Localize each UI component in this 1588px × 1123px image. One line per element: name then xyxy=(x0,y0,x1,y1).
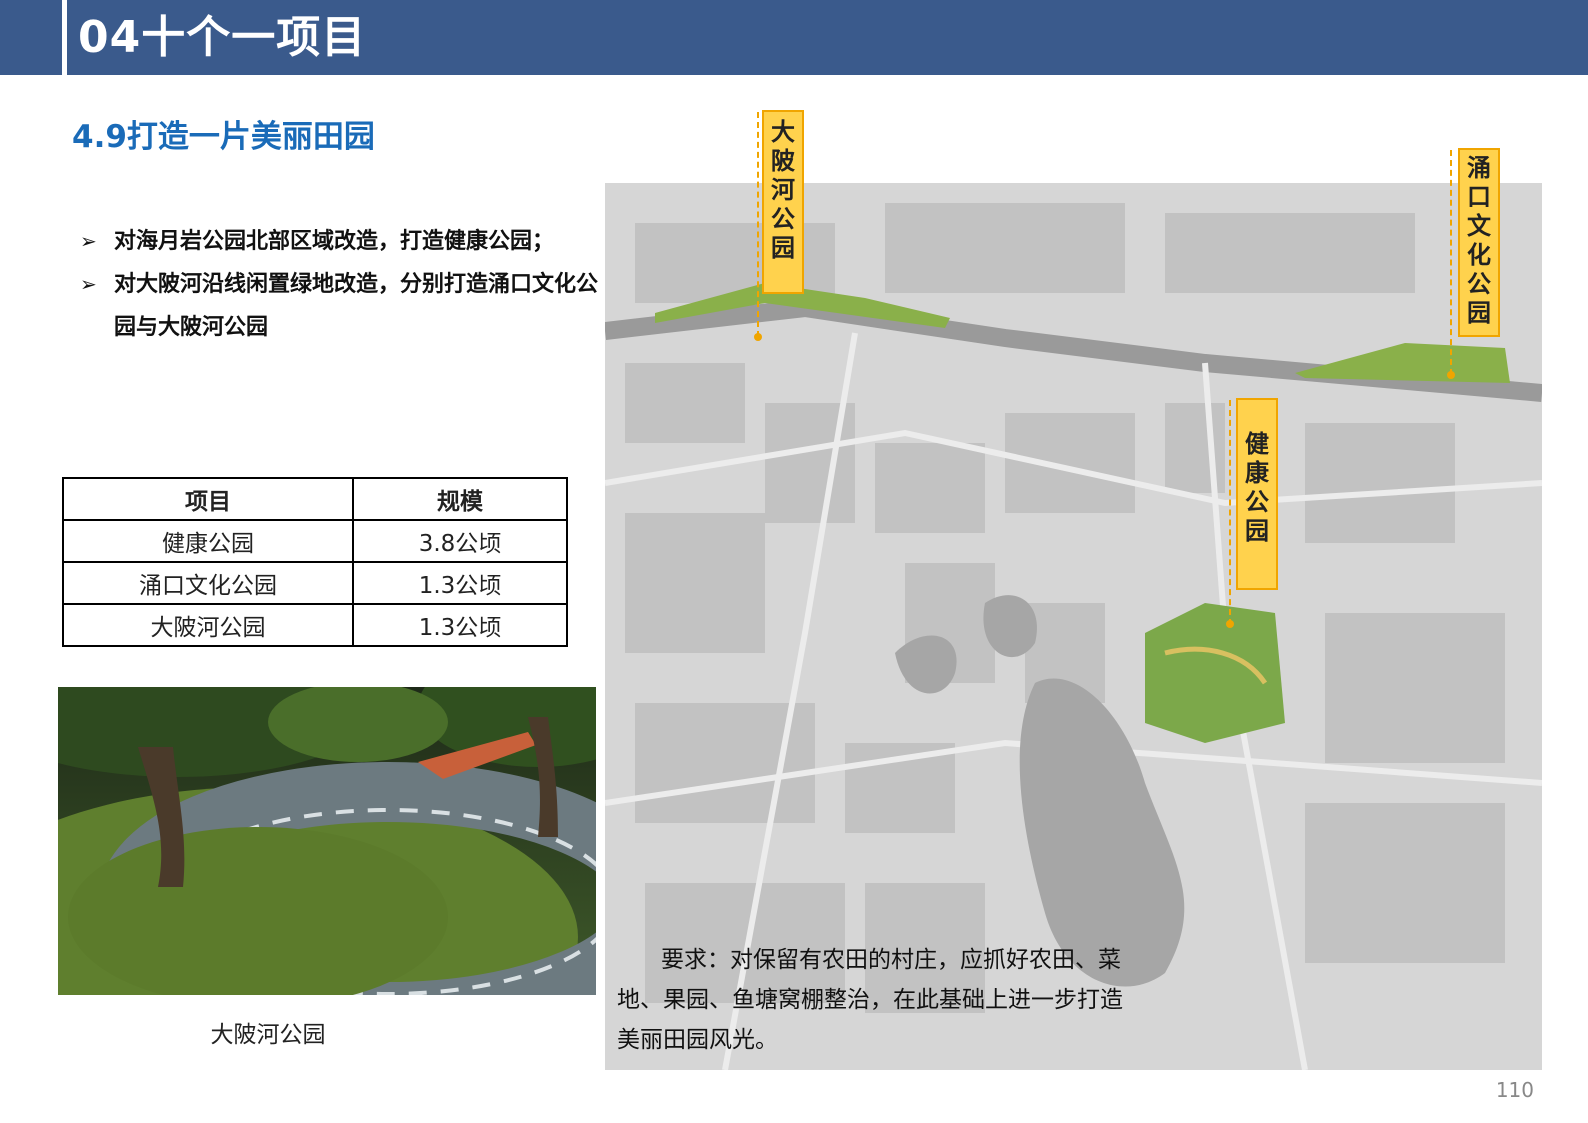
requirement-text-body: 要求：对保留有农田的村庄，应抓好农田、菜地、果园、鱼塘窝棚整治，在此基础上进一步… xyxy=(617,947,1123,1053)
yongkou-park-label: 涌口文化公园 xyxy=(1458,148,1500,337)
table-header-row: 项目 规模 xyxy=(62,477,568,521)
yongkou-leader-line xyxy=(1450,150,1452,375)
header-divider xyxy=(62,0,67,75)
park-rendering-image xyxy=(58,687,596,995)
bullet-list: ➢ 对海月岩公园北部区域改造，打造健康公园； ➢ 对大陂河沿线闲置绿地改造，分别… xyxy=(80,220,600,349)
page-header-title: 04十个一项目 xyxy=(78,12,367,63)
bullet-text: 对海月岩公园北部区域改造，打造健康公园； xyxy=(114,229,555,254)
yongkou-park-label-text: 涌口文化公园 xyxy=(1467,154,1491,327)
table-header-cell: 规模 xyxy=(352,477,568,521)
dabeihe-park-label-text: 大陂河公园 xyxy=(771,118,795,262)
table-cell: 3.8公顷 xyxy=(352,519,568,563)
dabeihe-marker-dot xyxy=(754,333,762,341)
jiankang-park-label: 健康公园 xyxy=(1236,398,1278,590)
table-cell: 1.3公顷 xyxy=(352,561,568,605)
table-header-cell: 项目 xyxy=(62,477,354,521)
bullet-item: ➢ 对海月岩公园北部区域改造，打造健康公园； xyxy=(80,220,600,263)
bullet-text: 对大陂河沿线闲置绿地改造，分别打造涌口文化公园与大陂河公园 xyxy=(114,272,599,340)
jiankang-leader-line xyxy=(1229,400,1231,625)
project-scale-table: 项目 规模 健康公园 3.8公顷 涌口文化公园 1.3公顷 大陂河公园 1.3公… xyxy=(62,477,568,647)
requirement-text: 要求：对保留有农田的村庄，应抓好农田、菜地、果园、鱼塘窝棚整治，在此基础上进一步… xyxy=(617,940,1137,1060)
jiankang-park-label-text: 健康公园 xyxy=(1245,430,1269,545)
bullet-item: ➢ 对大陂河沿线闲置绿地改造，分别打造涌口文化公园与大陂河公园 xyxy=(80,263,600,349)
photo-caption: 大陂河公园 xyxy=(210,1022,326,1048)
page-number: 110 xyxy=(1495,1078,1534,1102)
section-title: 4.9打造一片美丽田园 xyxy=(72,119,375,155)
yongkou-marker-dot xyxy=(1447,371,1455,379)
table-row: 大陂河公园 1.3公顷 xyxy=(62,603,568,647)
table-row: 涌口文化公园 1.3公顷 xyxy=(62,561,568,605)
site-plan-map xyxy=(605,183,1542,1070)
park-rendering-graphic xyxy=(58,687,596,995)
arrow-bullet-icon: ➢ xyxy=(80,229,97,253)
table-row: 健康公园 3.8公顷 xyxy=(62,519,568,563)
table-cell: 大陂河公园 xyxy=(62,603,354,647)
arrow-bullet-icon: ➢ xyxy=(80,272,97,296)
table-cell: 健康公园 xyxy=(62,519,354,563)
jiankang-marker-dot xyxy=(1226,620,1234,628)
table-cell: 涌口文化公园 xyxy=(62,561,354,605)
dabeihe-park-label: 大陂河公园 xyxy=(762,110,804,294)
dabeihe-leader-line xyxy=(757,112,759,337)
table-cell: 1.3公顷 xyxy=(352,603,568,647)
site-plan-graphic xyxy=(605,183,1542,1070)
